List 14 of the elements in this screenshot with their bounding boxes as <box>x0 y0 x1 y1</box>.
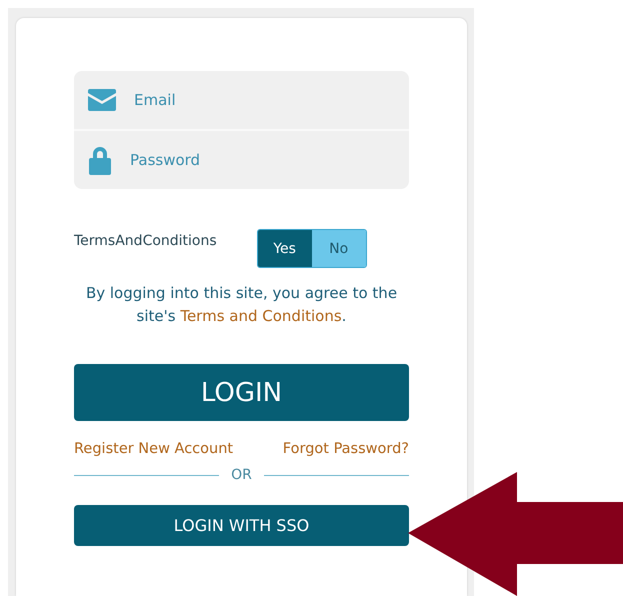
login-button[interactable]: LOGIN <box>74 364 409 421</box>
register-link[interactable]: Register New Account <box>74 441 234 457</box>
terms-label: TermsAndConditions <box>74 232 217 248</box>
sso-login-button[interactable]: LOGIN WITH SSO <box>74 505 409 546</box>
email-field[interactable]: Email <box>132 90 395 110</box>
or-divider-text: OR <box>231 467 252 483</box>
terms-link[interactable]: Terms and Conditions <box>180 307 342 325</box>
forgot-password-link[interactable]: Forgot Password? <box>282 441 409 457</box>
envelope-icon <box>88 89 116 111</box>
toggle-option[interactable]: No <box>312 230 366 267</box>
lock-icon <box>88 145 112 175</box>
toggle-option[interactable]: Yes <box>258 230 312 267</box>
password-field[interactable]: Password <box>128 150 395 170</box>
agreement-text: By logging into this site, you agree to the site's Terms and Conditions. <box>84 283 398 327</box>
